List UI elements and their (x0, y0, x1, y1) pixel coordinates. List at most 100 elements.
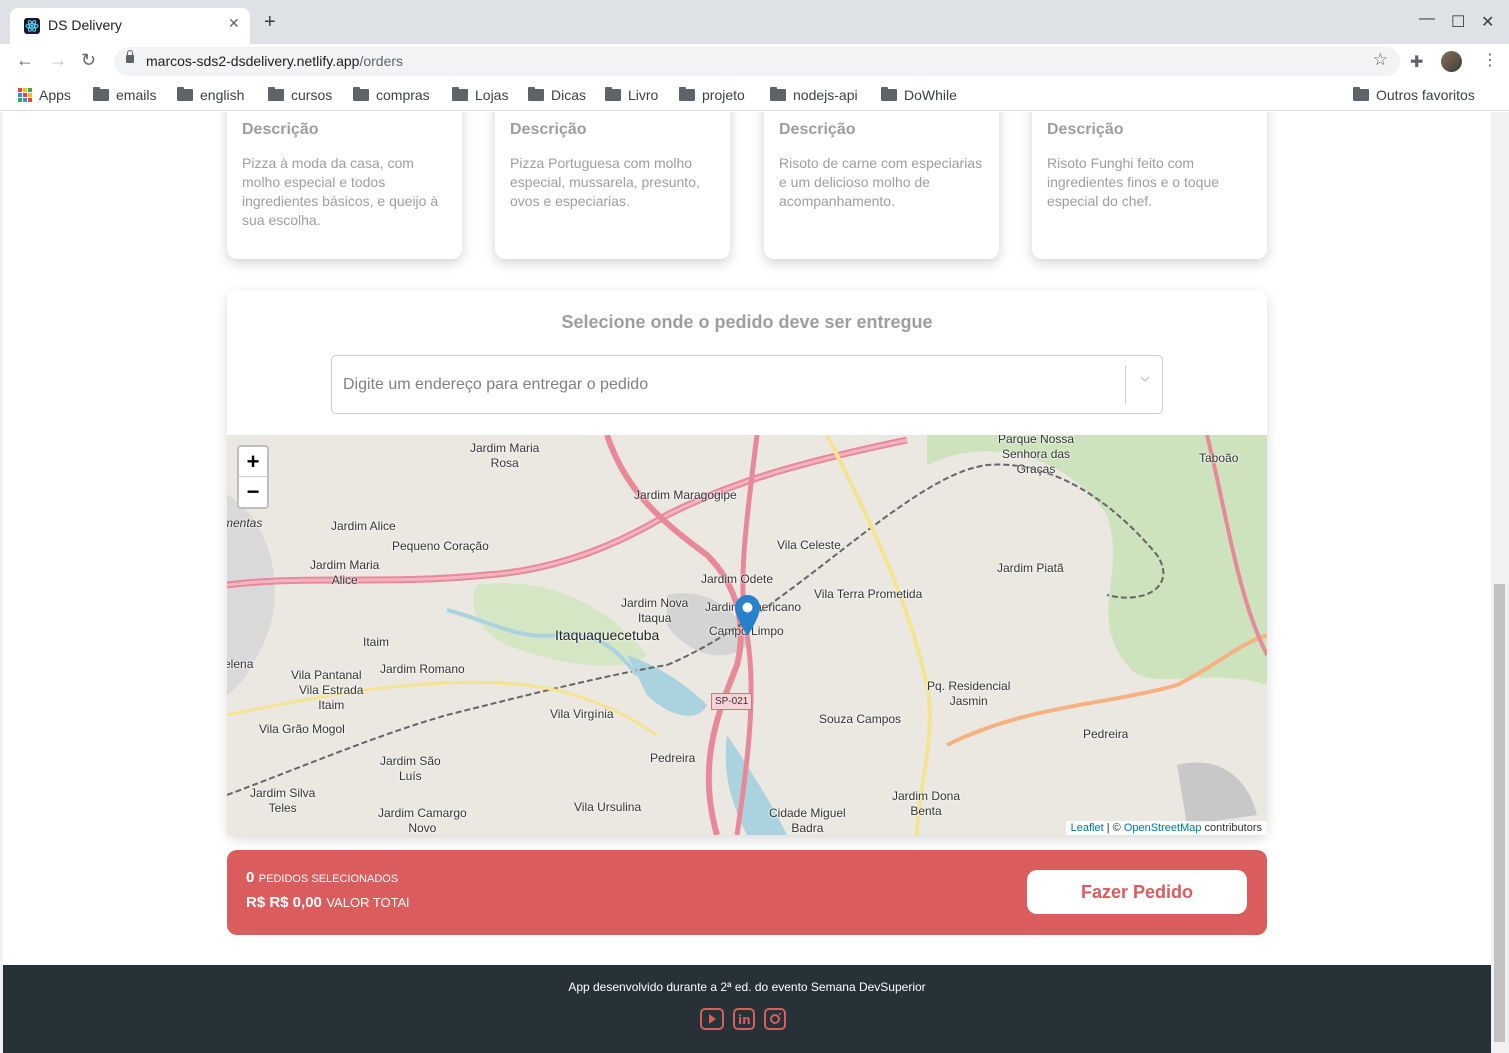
bookmark-folder[interactable]: DoWhile (881, 86, 957, 104)
product-card[interactable]: Descrição Pizza à moda da casa, com molh… (227, 112, 462, 259)
bookmark-other-favorites[interactable]: Outros favoritos (1353, 86, 1475, 104)
more-menu-icon[interactable]: ⋮ (1482, 50, 1498, 69)
new-tab-button[interactable]: + (264, 12, 276, 32)
folder-icon (1353, 87, 1369, 101)
bookmarks-bar: Apps emails english cursos compras Lojas… (0, 79, 1509, 111)
product-description: Pizza à moda da casa, com molho especial… (242, 155, 439, 228)
react-favicon-icon (24, 18, 40, 34)
product-description: Risoto de carne com especiarias e um del… (779, 155, 983, 209)
product-card[interactable]: Descrição Pizza Portuguesa com molho esp… (495, 112, 730, 259)
folder-icon (528, 87, 544, 101)
back-arrow-icon[interactable]: ← (16, 50, 34, 71)
bookmark-folder[interactable]: Lojas (452, 86, 508, 104)
folder-icon (679, 87, 695, 101)
selected-count: 0 PEDIDOS SELECIONADOS (246, 869, 399, 886)
address-select[interactable]: Digite um endereço para entregar o pedid… (331, 355, 1163, 414)
map-label: Vila Celeste (777, 538, 841, 552)
extensions-puzzle-icon[interactable]: ✚ (1410, 52, 1423, 71)
page-viewport: Descrição Pizza à moda da casa, com molh… (0, 112, 1491, 1053)
map-label: Vila Grão Mogol (259, 722, 345, 736)
youtube-icon[interactable] (700, 1008, 724, 1030)
total-amount: R$ R$ 0,00 VALOR TOTAl (246, 894, 410, 911)
map-label: Vila Estrada Itaim (299, 683, 364, 712)
chevron-down-icon[interactable] (1140, 374, 1150, 384)
folder-icon (770, 87, 786, 101)
map-label: Jardim Dona Benta (892, 789, 961, 818)
map-label: Taboão (1199, 451, 1239, 465)
page-scrollbar[interactable] (1491, 112, 1509, 1053)
bookmark-folder[interactable]: Livro (605, 86, 658, 104)
map-label: Pq. Residencial Jasmin (927, 679, 1011, 708)
delivery-title: Selecione onde o pedido deve ser entregu… (561, 312, 933, 332)
map-label: Vila Pantanal (291, 668, 362, 682)
folder-icon (268, 87, 284, 101)
forward-arrow-icon[interactable]: → (49, 50, 67, 71)
map-label: Jardim Maria Rosa (470, 441, 540, 470)
delivery-map[interactable]: Jardim Maria Rosa Jardim Maragogipe Jardi… (227, 435, 1267, 835)
bookmark-folder[interactable]: cursos (268, 86, 332, 104)
address-bar[interactable]: marcos-sds2-dsdelivery.netlify.app/order… (114, 47, 1400, 76)
profile-avatar[interactable] (1441, 51, 1462, 72)
map-label: Jardim São Luís (380, 754, 441, 783)
map-label: Jardim Maragogipe (634, 488, 737, 502)
map-label: elena (227, 657, 254, 671)
product-description-heading: Descrição (242, 121, 319, 138)
address-placeholder: Digite um endereço para entregar o pedid… (343, 376, 649, 393)
place-order-button[interactable]: Fazer Pedido (1027, 870, 1247, 914)
map-label: Jardim Romano (380, 662, 465, 676)
product-description-heading: Descrição (779, 121, 856, 138)
road-shield: SP-021 (711, 693, 753, 710)
select-separator (1125, 366, 1126, 404)
product-card[interactable]: Descrição Risoto de carne com especiaria… (764, 112, 999, 259)
map-label: Jardim Silva Teles (250, 786, 316, 815)
location-marker-icon[interactable] (735, 595, 760, 636)
map-label: Parque Nossa Senhora das Graças (998, 435, 1075, 476)
url-text: marcos-sds2-dsdelivery.netlify.app/order… (146, 53, 404, 69)
bookmark-folder[interactable]: emails (93, 86, 156, 104)
map-label: Pequeno Coração (392, 539, 489, 553)
footer-text: App desenvolvido durante a 2ª ed. do eve… (568, 980, 926, 994)
folder-icon (605, 87, 621, 101)
tab-title: DS Delivery (48, 17, 122, 33)
scrollbar-thumb[interactable] (1494, 584, 1505, 1042)
bookmark-apps[interactable]: Apps (18, 86, 71, 104)
instagram-icon[interactable] (764, 1008, 786, 1030)
minimize-icon[interactable]: — (1419, 10, 1435, 28)
bookmark-folder[interactable]: compras (353, 86, 430, 104)
bookmark-folder[interactable]: nodejs-api (770, 86, 858, 104)
map-label: Itaquaquecetuba (555, 627, 660, 643)
browser-toolbar: ← → ↻ marcos-sds2-dsdelivery.netlify.app… (0, 44, 1509, 79)
browser-tab[interactable]: DS Delivery ✕ (10, 8, 250, 44)
map-label: Pedreira (1083, 727, 1129, 741)
zoom-in-button[interactable]: + (239, 447, 267, 477)
leaflet-link[interactable]: Leaflet (1071, 822, 1104, 834)
map-label: Jardim Piatã (997, 561, 1064, 575)
product-description-heading: Descrição (1047, 121, 1124, 138)
zoom-control: + − (237, 445, 269, 509)
page-footer: App desenvolvido durante a 2ª ed. do eve… (3, 965, 1491, 1053)
product-description-heading: Descrição (510, 121, 587, 138)
bookmark-star-icon[interactable]: ☆ (1373, 50, 1388, 70)
map-label: Souza Campos (819, 712, 902, 726)
product-description: Risoto Funghi feito com ingredientes fin… (1047, 155, 1220, 209)
apps-grid-icon (18, 88, 32, 102)
folder-icon (177, 87, 193, 101)
bookmark-folder[interactable]: projeto (679, 86, 745, 104)
bookmark-folder[interactable]: Dicas (528, 86, 586, 104)
window-close-icon[interactable]: ✕ (1481, 12, 1494, 32)
folder-icon (93, 87, 109, 101)
map-label: Jardim Alice (331, 519, 396, 533)
lock-icon (126, 50, 134, 63)
zoom-out-button[interactable]: − (239, 477, 267, 507)
tab-close-icon[interactable]: ✕ (228, 16, 240, 32)
map-attribution: Leaflet | © OpenStreetMap contributors (1065, 821, 1267, 835)
folder-icon (353, 87, 369, 101)
folder-icon (881, 87, 897, 101)
map-label: Jardim Camargo Novo (378, 806, 467, 835)
bookmark-folder[interactable]: english (177, 86, 244, 104)
maximize-icon[interactable]: ☐ (1451, 12, 1465, 32)
reload-icon[interactable]: ↻ (81, 50, 96, 71)
product-card[interactable]: Descrição Risoto Funghi feito com ingred… (1032, 112, 1267, 259)
linkedin-icon[interactable]: in (733, 1008, 755, 1030)
openstreetmap-link[interactable]: OpenStreetMap (1124, 822, 1202, 834)
